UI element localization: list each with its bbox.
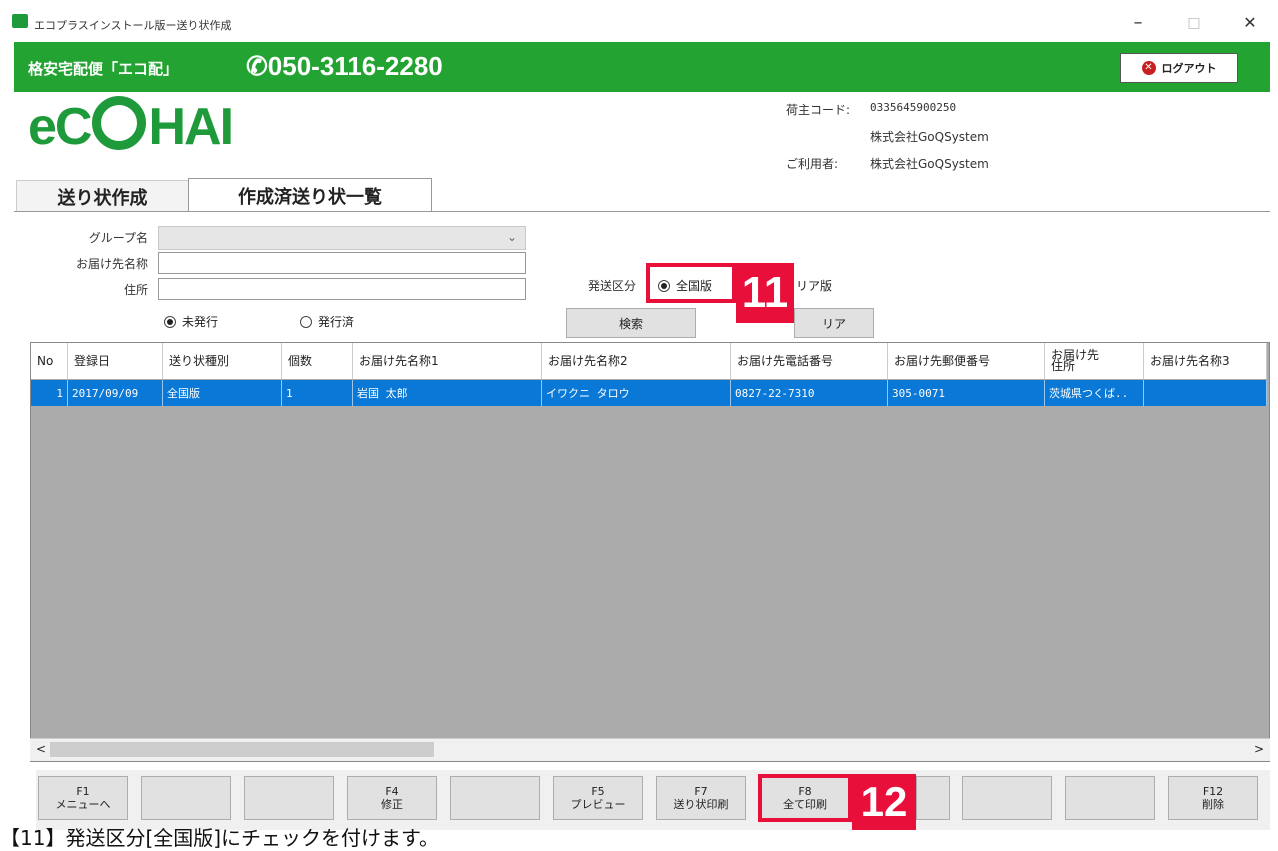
close-button[interactable]: ✕ <box>1238 13 1262 32</box>
fkey-blank-11[interactable] <box>1065 776 1155 820</box>
tab-created-invoice-list[interactable]: 作成済送り状一覧 <box>188 178 432 212</box>
col-no[interactable]: No <box>31 343 68 380</box>
col-type[interactable]: 送り状種別 <box>162 343 282 380</box>
cell-name2: イワクニ タロウ <box>541 379 731 406</box>
window-title: エコプラスインストール版ー送り状作成 <box>34 19 232 32</box>
col-name1[interactable]: お届け先名称1 <box>352 343 542 380</box>
group-label: グループ名 <box>88 231 148 245</box>
annotation-marker-11: 11 <box>736 263 794 323</box>
recipient-input[interactable] <box>158 252 526 274</box>
header-bar: 格安宅配便「エコ配」 ✆050-3116-2280 ✕ ログアウト <box>14 42 1270 92</box>
cell-name1: 岩国 太郎 <box>352 379 542 406</box>
chevron-down-icon: ⌄ <box>506 230 517 244</box>
cell-phone: 0827-22-7310 <box>730 379 888 406</box>
col-zip[interactable]: お届け先郵便番号 <box>887 343 1045 380</box>
col-qty[interactable]: 個数 <box>281 343 353 380</box>
shipper-code-value: 0335645900250 <box>870 101 957 114</box>
address-input[interactable] <box>158 278 526 300</box>
clear-button[interactable]: リア <box>794 308 874 338</box>
horizontal-scrollbar[interactable]: < > <box>30 738 1270 761</box>
window-titlebar: エコプラスインストール版ー送り状作成 – □ ✕ <box>0 0 1278 42</box>
radio-empty-icon <box>300 315 312 328</box>
close-circle-icon: ✕ <box>1141 61 1156 75</box>
radio-nationwide[interactable]: 全国版 <box>658 277 712 294</box>
fkey-blank-3[interactable] <box>244 776 334 820</box>
radio-checked-icon <box>658 279 670 292</box>
col-name3[interactable]: お届け先名称3 <box>1143 343 1267 380</box>
instruction-caption: 【11】発送区分[全国版]にチェックを付けます。 <box>0 826 440 850</box>
table-header-row: No 登録日 送り状種別 個数 お届け先名称1 お届け先名称2 お届け先電話番号… <box>31 343 1267 380</box>
function-key-bar: F1 メニューへ F4 修正 F5 プレビュー F7 送り状印刷 F8 全て印刷 12 F… <box>36 770 1270 830</box>
tab-create-invoice[interactable]: 送り状作成 <box>16 180 188 212</box>
cell-qty: 1 <box>281 379 353 406</box>
col-address[interactable]: お届け先 住所 <box>1044 343 1144 380</box>
invoice-table: No 登録日 送り状種別 個数 お届け先名称1 お届け先名称2 お届け先電話番号… <box>31 343 1267 406</box>
col-phone[interactable]: お届け先電話番号 <box>730 343 888 380</box>
cell-name3 <box>1143 379 1267 406</box>
phone-number: ✆050-3116-2280 <box>246 51 443 81</box>
user-label: ご利用者: <box>786 157 839 171</box>
fkey-blank-5[interactable] <box>450 776 540 820</box>
annotation-marker-12: 12 <box>852 774 916 830</box>
logout-button[interactable]: ✕ ログアウト <box>1120 53 1238 83</box>
fkey-blank-9[interactable] <box>916 776 950 820</box>
group-select[interactable]: ⌄ <box>158 226 526 250</box>
logo-ring-icon <box>92 96 147 150</box>
search-button[interactable]: 検索 <box>566 308 696 338</box>
phone-icon: ✆ <box>246 51 268 81</box>
ecohai-logo: eC HAI <box>28 96 234 156</box>
radio-checked-icon <box>164 315 176 328</box>
f5-preview-button[interactable]: F5 プレビュー <box>553 776 643 820</box>
tab-divider <box>14 211 1270 212</box>
radio-issued[interactable]: 発行済 <box>300 313 354 330</box>
cell-date: 2017/09/09 <box>67 379 163 406</box>
fkey-blank-10[interactable] <box>962 776 1052 820</box>
scroll-left-icon[interactable]: < <box>36 742 46 756</box>
f1-menu-button[interactable]: F1 メニューへ <box>38 776 128 820</box>
f7-print-button[interactable]: F7 送り状印刷 <box>656 776 746 820</box>
col-name2[interactable]: お届け先名称2 <box>541 343 731 380</box>
service-name: 格安宅配便「エコ配」 <box>28 60 179 78</box>
recipient-label: お届け先名称 <box>75 257 148 271</box>
cell-address: 茨城県つくば.. <box>1044 379 1144 406</box>
app-icon <box>12 14 28 28</box>
f12-delete-button[interactable]: F12 削除 <box>1168 776 1258 820</box>
radio-unissued[interactable]: 未発行 <box>164 313 218 330</box>
fkey-blank-2[interactable] <box>141 776 231 820</box>
table-row[interactable]: 1 2017/09/09 全国版 1 岩国 太郎 イワクニ タロウ 0827-2… <box>31 379 1267 406</box>
radio-area[interactable]: リア版 <box>796 277 832 294</box>
shipper-company: 株式会社GoQSystem <box>870 130 989 144</box>
f8-print-all-button[interactable]: F8 全て印刷 <box>758 774 852 822</box>
ship-type-label: 発送区分 <box>587 279 636 293</box>
invoice-grid[interactable]: No 登録日 送り状種別 個数 お届け先名称1 お届け先名称2 お届け先電話番号… <box>30 342 1270 762</box>
scrollbar-thumb[interactable] <box>50 742 434 757</box>
shipper-code-label: 荷主コード: <box>786 103 851 117</box>
col-date[interactable]: 登録日 <box>67 343 163 380</box>
logout-label: ログアウト <box>1161 62 1217 75</box>
address-label: 住所 <box>123 283 148 297</box>
maximize-button[interactable]: □ <box>1182 15 1206 31</box>
cell-zip: 305-0071 <box>887 379 1045 406</box>
minimize-button[interactable]: – <box>1126 12 1150 33</box>
user-value: 株式会社GoQSystem <box>870 157 989 171</box>
f4-edit-button[interactable]: F4 修正 <box>347 776 437 820</box>
cell-no: 1 <box>31 379 68 406</box>
scroll-right-icon[interactable]: > <box>1254 742 1264 756</box>
cell-type: 全国版 <box>162 379 282 406</box>
